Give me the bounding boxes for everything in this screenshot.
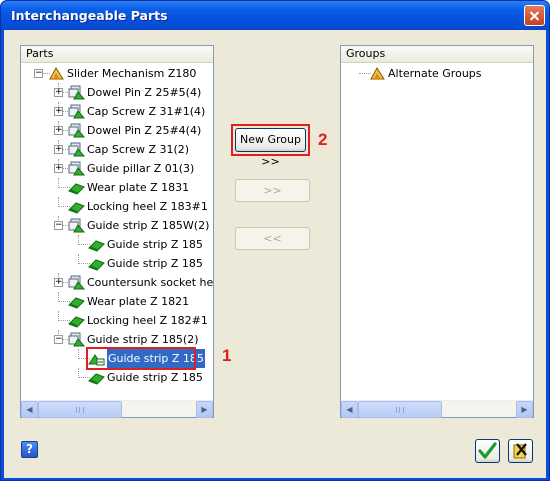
expand-icon[interactable]: + (54, 278, 63, 287)
dialog-window: Interchangeable Parts Parts − Slider Mech… (0, 0, 550, 481)
collapse-icon[interactable]: − (34, 69, 43, 78)
parts-panel: Parts − Slider Mechanism Z180 + Dowel Pin Z… (20, 45, 214, 418)
tree-row[interactable]: − Guide strip Z 185W(2) (21, 216, 213, 235)
assembly-icon (48, 66, 65, 81)
tree-row[interactable]: Guide strip Z 185 (21, 368, 213, 387)
part-icon (88, 256, 105, 271)
selected-item-highlight (86, 347, 196, 370)
tree-item-label[interactable]: Guide strip Z 185W(2) (87, 216, 209, 235)
component-group-icon (68, 142, 86, 157)
component-group-icon (68, 85, 86, 100)
callout-2: 2 (318, 130, 328, 149)
groups-panel: Groups Alternate Groups ◀ ▶ (340, 45, 534, 418)
part-icon (68, 199, 85, 214)
window-title: Interchangeable Parts (11, 8, 168, 23)
part-icon (68, 294, 85, 309)
ok-button[interactable] (475, 439, 500, 463)
expand-icon[interactable]: + (54, 88, 63, 97)
close-button[interactable] (524, 5, 545, 26)
tree-row[interactable]: Wear plate Z 1821 (21, 292, 213, 311)
expand-icon[interactable]: + (54, 164, 63, 173)
part-icon (68, 313, 85, 328)
part-icon (68, 180, 85, 195)
scroll-thumb[interactable] (358, 401, 442, 418)
tree-item-label[interactable]: Slider Mechanism Z180 (67, 64, 196, 83)
expand-icon[interactable]: + (54, 145, 63, 154)
tree-row[interactable]: + Dowel Pin Z 25#5(4) (21, 83, 213, 102)
tree-item-label[interactable]: Wear plate Z 1831 (87, 178, 189, 197)
tree-item-label[interactable]: Wear plate Z 1821 (87, 292, 189, 311)
component-group-icon (68, 275, 86, 290)
expand-icon[interactable]: + (54, 126, 63, 135)
collapse-icon[interactable]: − (54, 221, 63, 230)
tree-item-label[interactable]: Dowel Pin Z 25#5(4) (87, 83, 201, 102)
component-group-icon (68, 161, 86, 176)
tree-item-label[interactable]: Guide strip Z 185 (107, 368, 203, 387)
tree-row[interactable]: Guide strip Z 185 (21, 347, 213, 370)
tree-item-label[interactable]: Locking heel Z 182#1 (87, 311, 208, 330)
tree-item-label[interactable]: Alternate Groups (388, 64, 482, 83)
cancel-icon (513, 443, 527, 459)
tree-item-label[interactable]: Guide strip Z 185 (107, 235, 203, 254)
title-bar[interactable]: Interchangeable Parts (1, 1, 549, 30)
tree-row[interactable]: + Guide pillar Z 01(3) (21, 159, 213, 178)
new-group-button[interactable]: New Group >> (235, 128, 306, 168)
tree-item-label[interactable]: Countersunk socket he (87, 273, 213, 292)
assembly-icon (369, 66, 386, 81)
tree-row[interactable]: − Slider Mechanism Z180 (21, 64, 213, 83)
tree-item-label[interactable]: Locking heel Z 183#1 (87, 197, 208, 216)
checkmark-icon (478, 442, 497, 459)
collapse-icon[interactable]: − (54, 335, 63, 344)
cancel-button[interactable] (508, 439, 533, 463)
parts-header: Parts (21, 46, 213, 63)
tree-row[interactable]: + Cap Screw Z 31#1(4) (21, 102, 213, 121)
part-icon (88, 370, 105, 385)
dialog-body: Parts − Slider Mechanism Z180 + Dowel Pin Z… (4, 30, 546, 478)
callout-1: 1 (222, 346, 232, 365)
component-group-icon (68, 104, 86, 119)
tree-item-label[interactable]: Cap Screw Z 31#1(4) (87, 102, 205, 121)
tree-row[interactable]: Wear plate Z 1831 (21, 178, 213, 197)
scroll-left-arrow-icon[interactable]: ◀ (21, 401, 38, 418)
remove-from-group-button[interactable]: << (235, 227, 310, 250)
component-group-icon (68, 123, 86, 138)
component-group-icon (68, 218, 86, 233)
tree-row[interactable]: Locking heel Z 182#1 (21, 311, 213, 330)
tree-row[interactable]: Alternate Groups (341, 64, 533, 83)
tree-row[interactable]: Locking heel Z 183#1 (21, 197, 213, 216)
groups-tree: Alternate Groups (341, 64, 533, 400)
tree-row[interactable]: + Cap Screw Z 31(2) (21, 140, 213, 159)
tree-row[interactable]: Guide strip Z 185 (21, 235, 213, 254)
expand-icon[interactable]: + (54, 107, 63, 116)
component-group-icon (68, 332, 86, 347)
tree-item-label[interactable]: Cap Screw Z 31(2) (87, 140, 189, 159)
tree-row[interactable]: + Dowel Pin Z 25#4(4) (21, 121, 213, 140)
groups-header: Groups (341, 46, 533, 63)
groups-horizontal-scrollbar[interactable]: ◀ ▶ (341, 400, 533, 418)
parts-tree: − Slider Mechanism Z180 + Dowel Pin Z 25#5(… (21, 64, 213, 400)
scroll-right-arrow-icon[interactable]: ▶ (196, 401, 213, 418)
part-icon (88, 237, 105, 252)
scroll-left-arrow-icon[interactable]: ◀ (341, 401, 358, 418)
scroll-thumb[interactable] (38, 401, 122, 418)
scroll-right-arrow-icon[interactable]: ▶ (516, 401, 533, 418)
parts-horizontal-scrollbar[interactable]: ◀ ▶ (21, 400, 213, 418)
tree-item-label[interactable]: Dowel Pin Z 25#4(4) (87, 121, 201, 140)
tree-item-label[interactable]: Guide strip Z 185 (107, 254, 203, 273)
tree-row[interactable]: + Countersunk socket he (21, 273, 213, 292)
tree-row[interactable]: Guide strip Z 185 (21, 254, 213, 273)
help-button[interactable]: ? (21, 441, 38, 458)
tree-item-label[interactable]: Guide pillar Z 01(3) (87, 159, 194, 178)
add-to-group-button[interactable]: >> (235, 179, 310, 202)
